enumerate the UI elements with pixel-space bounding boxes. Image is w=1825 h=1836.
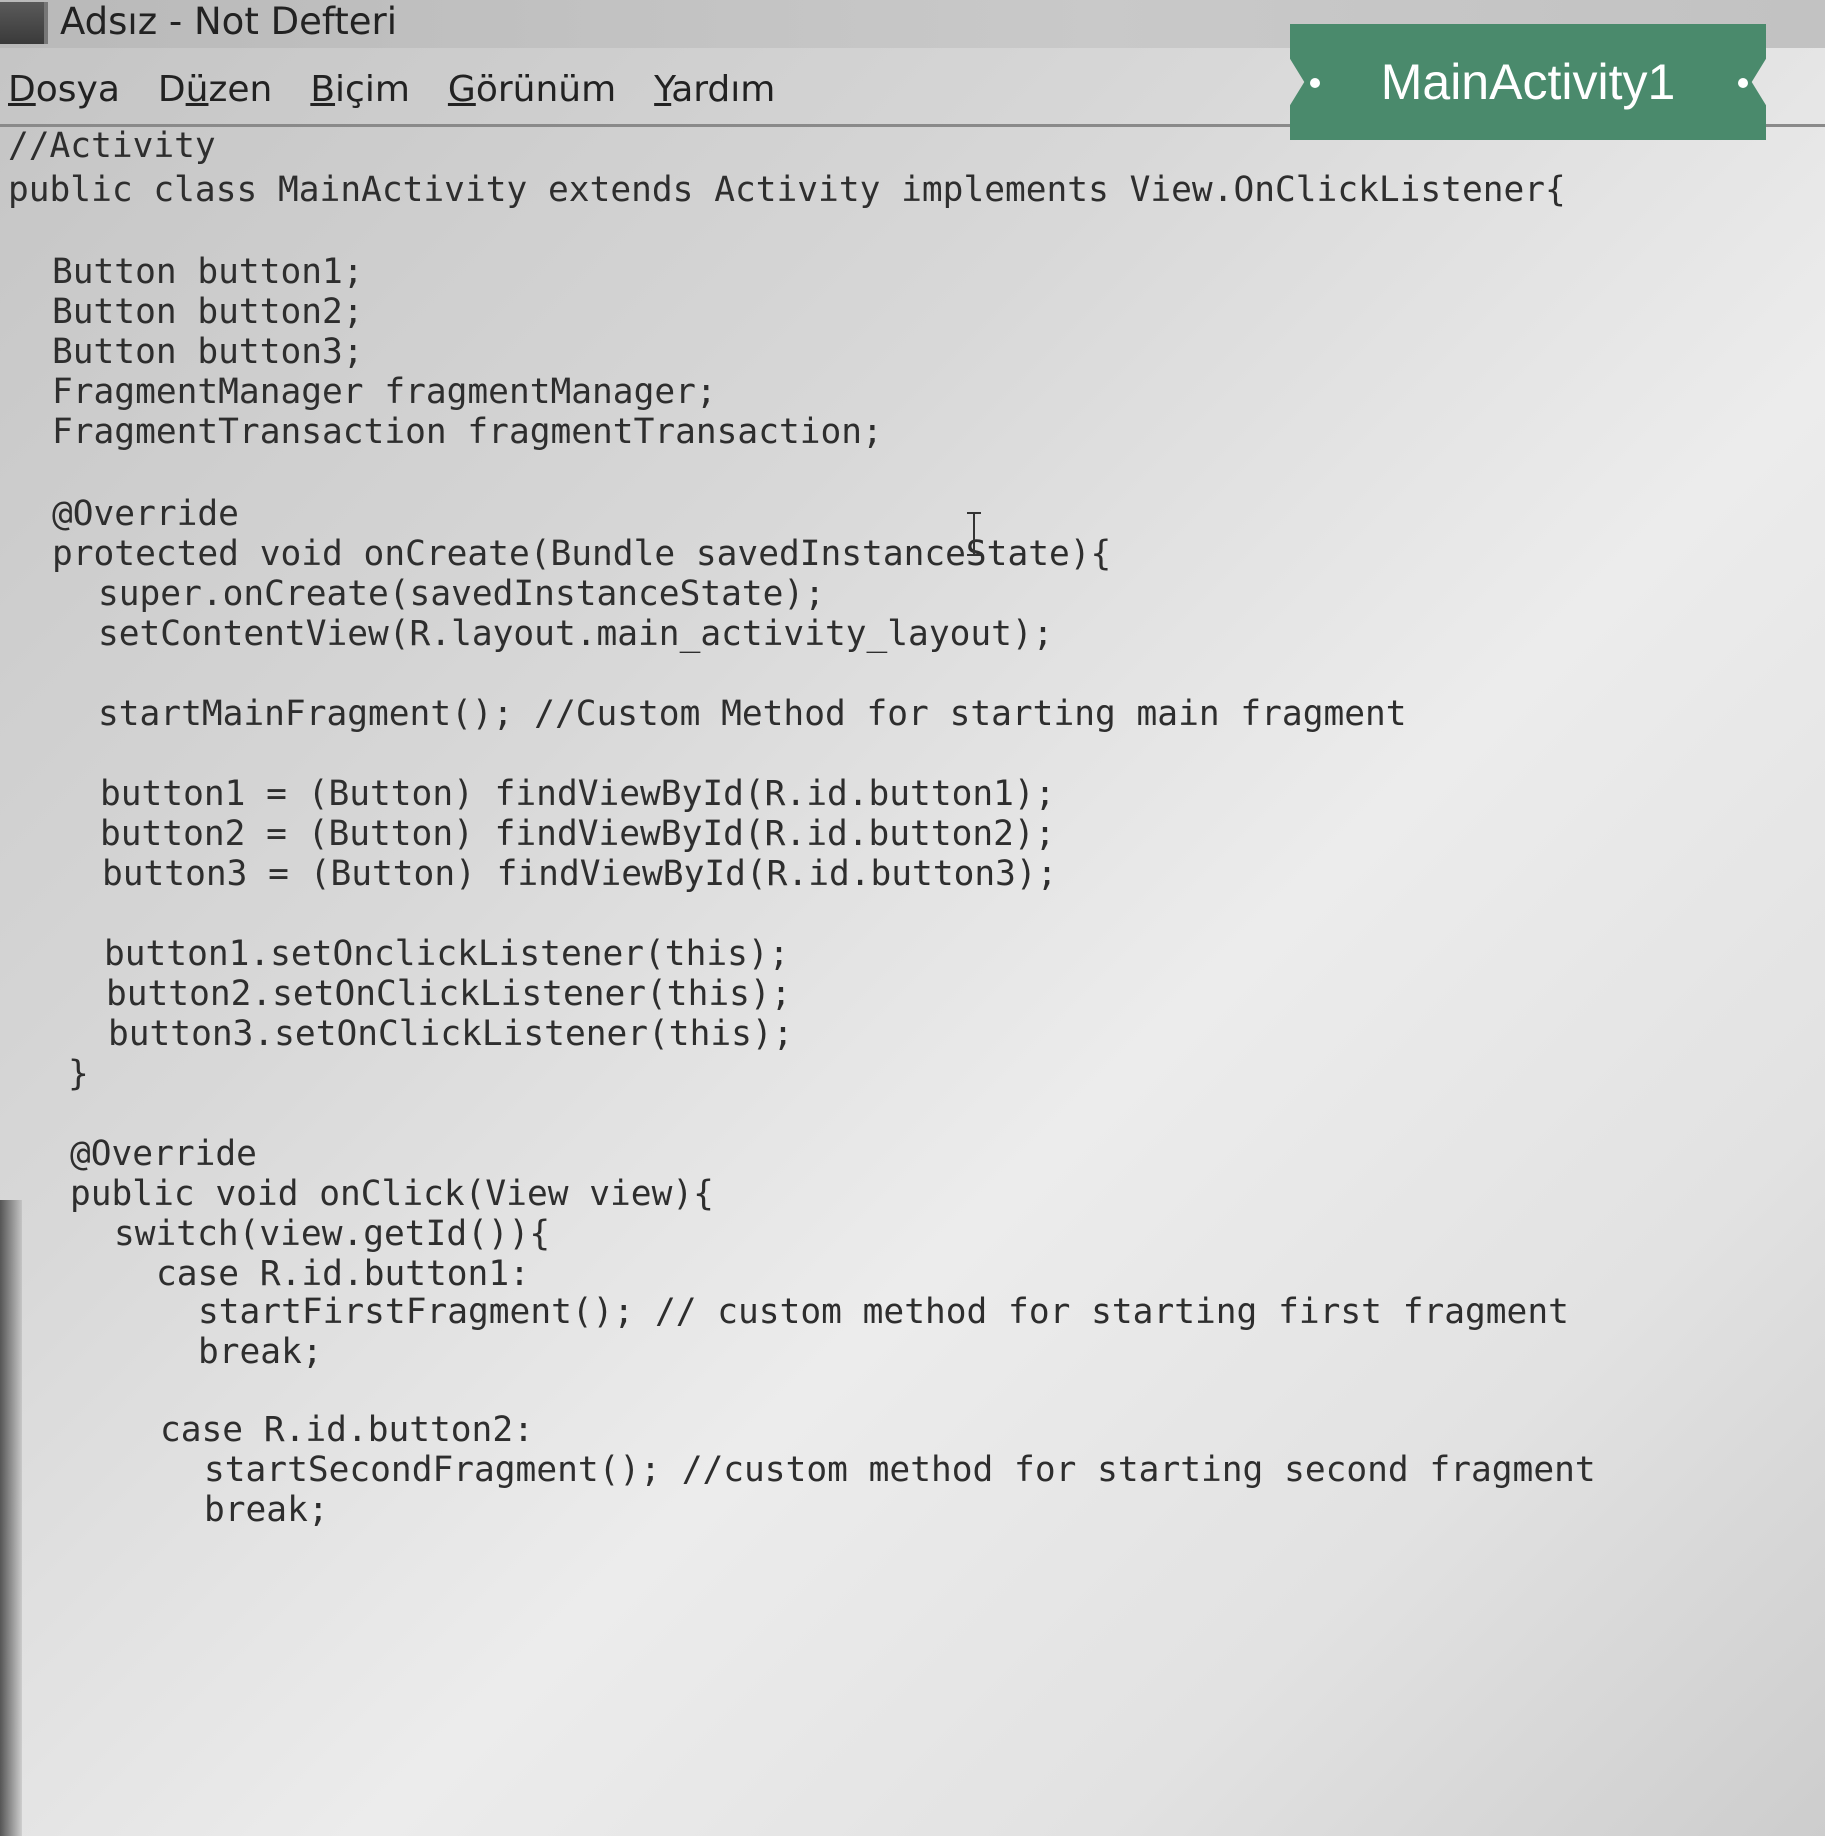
code-line: button3 = (Button) findViewById(R.id.but… xyxy=(102,854,1058,894)
code-line: //Activity xyxy=(8,126,216,166)
menu-help-mnemonic: Y xyxy=(654,68,672,110)
code-line: button3.setOnClickListener(this); xyxy=(108,1014,794,1054)
code-line: super.onCreate(savedInstanceState); xyxy=(98,574,825,614)
code-line: protected void onCreate(Bundle savedInst… xyxy=(52,534,1112,574)
menu-format-rest: içim xyxy=(335,68,410,110)
menu-format-mnemonic: B xyxy=(310,68,336,110)
text-editor-area[interactable]: //Activity public class MainActivity ext… xyxy=(0,126,1825,1836)
code-line: case R.id.button2: xyxy=(160,1410,534,1450)
code-line: break; xyxy=(204,1490,329,1530)
menu-file-rest: osya xyxy=(35,68,120,110)
code-line: switch(view.getId()){ xyxy=(114,1214,551,1254)
code-line: button2 = (Button) findViewById(R.id.but… xyxy=(100,814,1056,854)
menu-view-rest: örünüm xyxy=(475,68,617,110)
code-line: Button button1; xyxy=(52,252,364,292)
menu-edit-mnemonic: ü xyxy=(185,68,209,110)
code-line: FragmentTransaction fragmentTransaction; xyxy=(52,412,883,452)
menu-help[interactable]: Yardım xyxy=(654,69,775,110)
code-line: public void onClick(View view){ xyxy=(70,1174,714,1214)
code-line: button1.setOnclickListener(this); xyxy=(104,934,790,974)
code-line: public class MainActivity extends Activi… xyxy=(8,170,1566,210)
code-line: startSecondFragment(); //custom method f… xyxy=(204,1450,1596,1490)
code-line: button2.setOnClickListener(this); xyxy=(106,974,792,1014)
code-line: FragmentManager fragmentManager; xyxy=(52,372,717,412)
code-line: break; xyxy=(198,1332,323,1372)
menu-view[interactable]: Görünüm xyxy=(448,69,616,110)
code-line: startMainFragment(); //Custom Method for… xyxy=(98,694,1407,734)
code-line: @Override xyxy=(70,1134,257,1174)
code-line: @Override xyxy=(52,494,239,534)
notepad-app-icon[interactable] xyxy=(0,2,48,44)
menu-edit-pre: D xyxy=(157,68,186,110)
window-title: Adsız - Not Defteri xyxy=(60,0,397,43)
notepad-window: Adsız - Not Defteri Dosya Düzen Biçim Gö… xyxy=(0,0,1825,1836)
code-line: } xyxy=(68,1054,89,1094)
menu-format[interactable]: Biçim xyxy=(310,69,410,110)
menu-help-rest: ardım xyxy=(671,68,776,110)
code-line: button1 = (Button) findViewById(R.id.but… xyxy=(100,774,1056,814)
menu-file[interactable]: Dosya xyxy=(8,69,120,110)
menu-view-mnemonic: G xyxy=(447,68,476,110)
code-line: startFirstFragment(); // custom method f… xyxy=(198,1292,1569,1332)
menu-edit[interactable]: Düzen xyxy=(158,69,272,110)
menu-edit-rest: zen xyxy=(208,68,273,110)
text-cursor-icon xyxy=(967,512,981,556)
file-tag-label: MainActivity1 xyxy=(1380,54,1676,110)
window-edge-shadow xyxy=(0,1200,22,1836)
menu-file-mnemonic: D xyxy=(8,68,36,110)
code-line: Button button2; xyxy=(52,292,364,332)
code-line: Button button3; xyxy=(52,332,364,372)
code-line: setContentView(R.layout.main_activity_la… xyxy=(98,614,1054,654)
